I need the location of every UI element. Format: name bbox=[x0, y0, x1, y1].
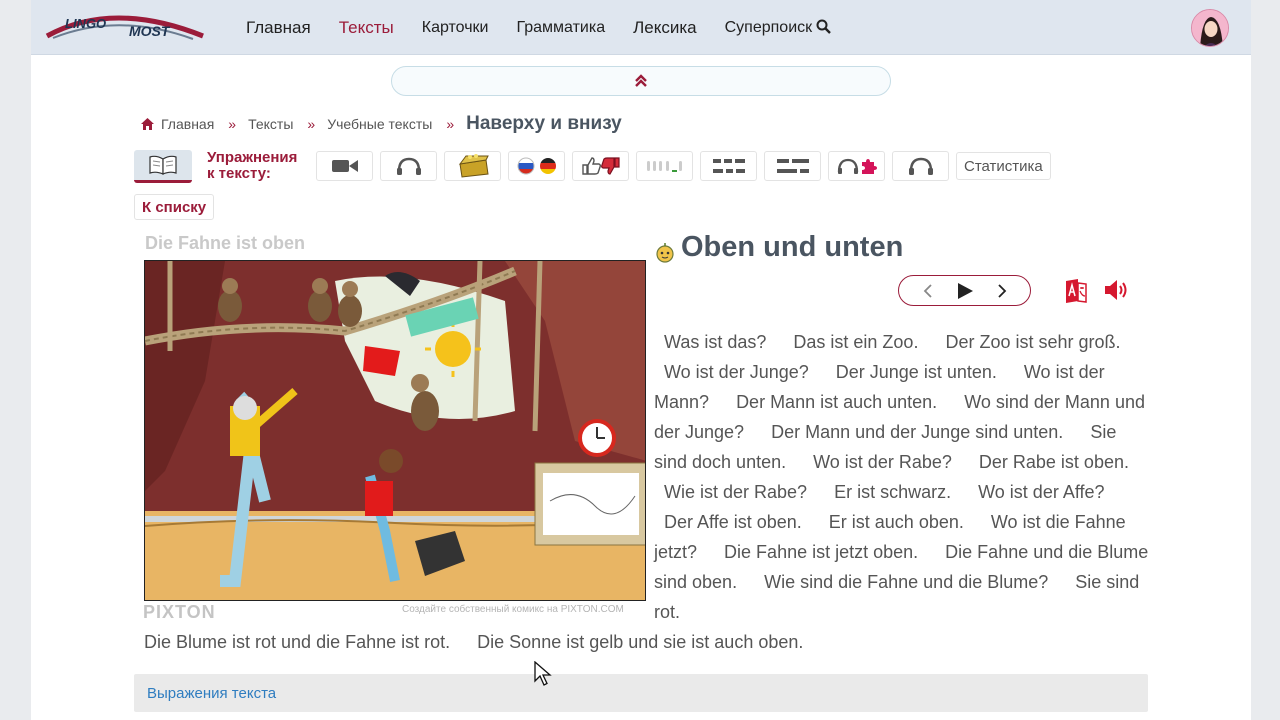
breadcrumb-separator: » bbox=[228, 116, 237, 132]
text-body-bottom: Die Blume ist rot und die Fahne ist rot.… bbox=[144, 627, 825, 657]
text-title: Oben und unten bbox=[681, 231, 904, 263]
play-icon bbox=[957, 282, 973, 299]
play-button[interactable] bbox=[956, 282, 974, 300]
text-sentence[interactable]: Das ist ein Zoo. bbox=[793, 332, 918, 352]
next-sentence-button[interactable] bbox=[997, 283, 1007, 298]
user-avatar[interactable] bbox=[1191, 9, 1229, 47]
treasure-chest-icon bbox=[458, 154, 489, 178]
text-sentence[interactable]: Der Mann und der Junge sind unten. bbox=[771, 422, 1063, 442]
nav-link-grammar[interactable]: Грамматика bbox=[516, 19, 605, 37]
exercise-true-false-button[interactable] bbox=[572, 151, 629, 181]
exercise-treasure-button[interactable] bbox=[444, 151, 501, 181]
home-icon bbox=[141, 118, 154, 130]
nav-link-cards[interactable]: Карточки bbox=[422, 19, 489, 37]
exercise-listen-puzzle-button[interactable] bbox=[828, 151, 885, 181]
thumbs-up-down-icon bbox=[581, 157, 620, 175]
collapse-toggle[interactable] bbox=[391, 66, 891, 96]
exercise-dictation-button[interactable] bbox=[892, 151, 949, 181]
video-icon bbox=[331, 160, 358, 172]
text-sentence[interactable]: Er ist auch oben. bbox=[829, 512, 964, 532]
text-body-right: Was ist das? Das ist ein Zoo. Der Zoo is… bbox=[654, 327, 1154, 627]
svg-text:MOST: MOST bbox=[129, 23, 171, 39]
text-sentence[interactable]: Der Junge ist unten. bbox=[836, 362, 997, 382]
text-sentence[interactable]: Wie sind die Fahne und die Blume? bbox=[764, 572, 1048, 592]
nav-link-supersearch-label: Суперпоиск bbox=[724, 18, 813, 36]
breadcrumb-home[interactable]: Главная bbox=[161, 116, 214, 132]
exercise-sound-bars-button[interactable] bbox=[636, 151, 693, 181]
text-sentence[interactable]: Der Zoo ist sehr groß. bbox=[945, 332, 1120, 352]
previous-sentence-button[interactable] bbox=[923, 283, 933, 298]
read-text-button[interactable] bbox=[134, 149, 192, 183]
exercise-listen-button[interactable] bbox=[380, 151, 437, 181]
exercise-toolbar: Упражнения к тексту: Статистика bbox=[134, 149, 1051, 183]
pixton-logo: PIXTON bbox=[143, 602, 216, 622]
word-order-icon bbox=[712, 159, 745, 173]
lingomost-logo[interactable]: LINGO MOST bbox=[43, 6, 208, 44]
blanks-icon bbox=[776, 159, 809, 173]
text-sentence[interactable]: Wo ist der Junge? bbox=[664, 362, 809, 382]
text-sentence[interactable]: Wo ist der Rabe? bbox=[813, 452, 952, 472]
text-sentence[interactable]: Die Blume ist rot und die Fahne ist rot. bbox=[144, 632, 450, 652]
pixton-credit-link[interactable]: Создайте собственный комикс на PIXTON.CO… bbox=[402, 604, 624, 615]
svg-text:LINGO: LINGO bbox=[65, 16, 106, 31]
listen-puzzle-icon bbox=[837, 158, 877, 174]
statistics-button[interactable]: Статистика bbox=[956, 152, 1051, 180]
text-sentence[interactable]: Der Affe ist oben. bbox=[664, 512, 802, 532]
top-navbar: LINGO MOST Главная Тексты Карточки Грамм… bbox=[31, 0, 1251, 55]
breadcrumb-current: Наверху и внизу bbox=[466, 113, 622, 134]
main-content: Главная » Тексты » Учебные тексты » Наве… bbox=[31, 55, 1251, 720]
mouse-cursor-icon bbox=[534, 661, 552, 686]
text-sentence[interactable]: Wo ist der Affe? bbox=[978, 482, 1104, 502]
beginner-level-icon bbox=[656, 243, 674, 263]
headphones-icon bbox=[396, 157, 421, 175]
translate-icon[interactable] bbox=[1064, 278, 1088, 304]
text-sentence[interactable]: Wie ist der Rabe? bbox=[664, 482, 807, 502]
breadcrumb-study-texts[interactable]: Учебные тексты bbox=[327, 116, 432, 132]
text-sentence[interactable]: Was ist das? bbox=[664, 332, 766, 352]
flags-ru-de-icon bbox=[517, 157, 556, 175]
exercises-label: Упражнения к тексту: bbox=[207, 150, 313, 182]
text-sentence[interactable]: Die Sonne ist gelb und sie ist auch oben… bbox=[477, 632, 803, 652]
comic-illustration bbox=[144, 260, 646, 601]
text-expressions-panel[interactable]: Выражения текста bbox=[134, 674, 1148, 712]
text-sentence[interactable]: Er ist schwarz. bbox=[834, 482, 951, 502]
text-sentence[interactable]: Die Fahne ist jetzt oben. bbox=[724, 542, 918, 562]
breadcrumb-separator: » bbox=[307, 116, 316, 132]
breadcrumb: Главная » Тексты » Учебные тексты » Наве… bbox=[141, 112, 622, 136]
nav-link-texts[interactable]: Тексты bbox=[339, 18, 394, 38]
exercise-word-order-button[interactable] bbox=[700, 151, 757, 181]
comic-caption: Die Fahne ist oben bbox=[145, 233, 306, 253]
speaker-icon[interactable] bbox=[1103, 278, 1129, 302]
audio-player bbox=[898, 275, 1031, 306]
chevron-left-icon bbox=[923, 283, 932, 298]
exercise-blanks-button[interactable] bbox=[764, 151, 821, 181]
search-icon bbox=[816, 19, 831, 34]
nav-link-supersearch[interactable]: Суперпоиск bbox=[725, 19, 832, 37]
exercise-translate-button[interactable] bbox=[508, 151, 565, 181]
nav-link-home[interactable]: Главная bbox=[246, 18, 311, 38]
back-to-list-button[interactable]: К списку bbox=[134, 194, 215, 220]
sound-bars-icon bbox=[646, 161, 682, 172]
breadcrumb-separator: » bbox=[446, 116, 455, 132]
nav-links: Главная Тексты Карточки Грамматика Лекси… bbox=[246, 0, 859, 55]
dictation-headphones-icon bbox=[908, 157, 933, 175]
breadcrumb-texts[interactable]: Тексты bbox=[248, 116, 293, 132]
exercises-label-line2: к тексту: bbox=[207, 165, 271, 182]
double-chevron-up-icon bbox=[635, 74, 647, 87]
exercise-video-button[interactable] bbox=[316, 151, 373, 181]
text-sentence[interactable]: Der Mann ist auch unten. bbox=[736, 392, 937, 412]
chevron-right-icon bbox=[997, 283, 1006, 298]
open-book-icon bbox=[149, 155, 177, 175]
text-sentence[interactable]: Der Rabe ist oben. bbox=[979, 452, 1129, 472]
exercises-label-line1: Упражнения bbox=[207, 149, 298, 166]
nav-link-vocabulary[interactable]: Лексика bbox=[633, 18, 697, 38]
